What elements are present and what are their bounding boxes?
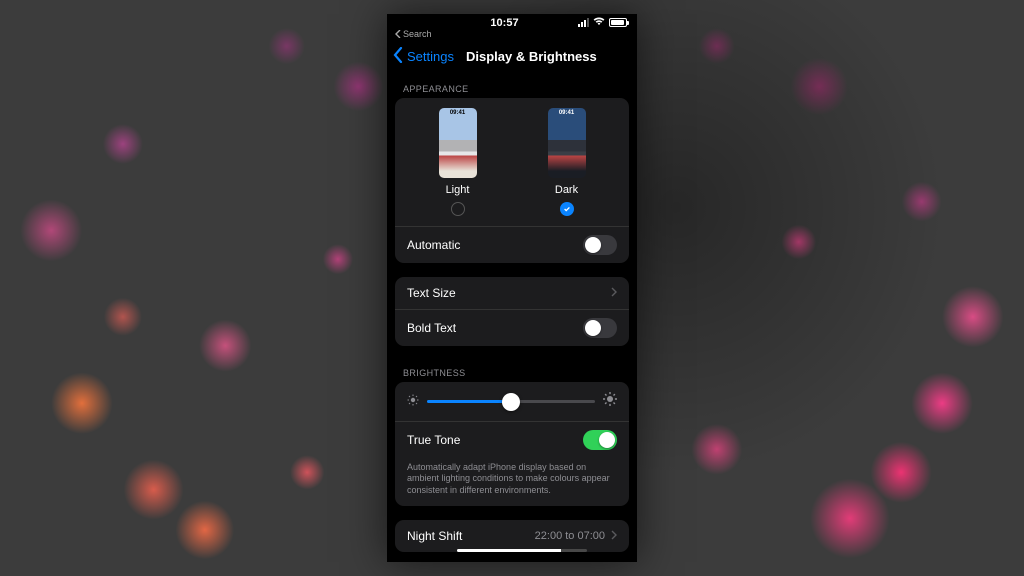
appearance-header: APPEARANCE bbox=[391, 76, 633, 98]
page-title: Display & Brightness bbox=[466, 49, 597, 64]
light-preview: 09:41 bbox=[439, 108, 477, 178]
night-shift-label: Night Shift bbox=[407, 529, 462, 543]
automatic-toggle[interactable] bbox=[583, 235, 617, 255]
appearance-group: 09:41 Light 09:41 Dark Automatic bbox=[395, 98, 629, 263]
back-button[interactable]: Settings bbox=[407, 49, 454, 64]
true-tone-help: Automatically adapt iPhone display based… bbox=[395, 458, 629, 506]
chevron-right-icon bbox=[611, 529, 617, 543]
breadcrumb-back[interactable]: Search bbox=[387, 29, 637, 41]
phone-screen: 10:57 Search Settings Display & Brightne… bbox=[387, 14, 637, 562]
battery-icon bbox=[609, 18, 627, 27]
brightness-header: BRIGHTNESS bbox=[391, 360, 633, 382]
dark-preview: 09:41 bbox=[548, 108, 586, 178]
back-chevron-icon[interactable] bbox=[393, 47, 403, 66]
status-bar: 10:57 bbox=[387, 14, 637, 29]
brightness-slider-row bbox=[395, 382, 629, 421]
night-shift-group: Night Shift 22:00 to 07:00 bbox=[395, 520, 629, 552]
bold-text-label: Bold Text bbox=[407, 321, 456, 335]
nav-bar: Settings Display & Brightness bbox=[387, 41, 637, 76]
night-shift-detail: 22:00 to 07:00 bbox=[535, 530, 605, 542]
dark-label: Dark bbox=[555, 184, 578, 196]
bold-text-toggle[interactable] bbox=[583, 318, 617, 338]
automatic-row: Automatic bbox=[395, 226, 629, 263]
cellular-icon bbox=[578, 18, 589, 27]
bold-text-row: Bold Text bbox=[395, 309, 629, 346]
sun-large-icon bbox=[603, 392, 617, 411]
true-tone-label: True Tone bbox=[407, 433, 460, 447]
dark-theme-option[interactable]: 09:41 Dark bbox=[548, 108, 586, 216]
light-theme-option[interactable]: 09:41 Light bbox=[439, 108, 477, 216]
light-label: Light bbox=[446, 184, 470, 196]
automatic-label: Automatic bbox=[407, 238, 460, 252]
true-tone-toggle[interactable] bbox=[583, 430, 617, 450]
wifi-icon bbox=[593, 16, 605, 29]
text-group: Text Size Bold Text bbox=[395, 277, 629, 346]
brightness-slider[interactable] bbox=[427, 400, 595, 403]
scroll-indicator[interactable] bbox=[457, 549, 587, 552]
true-tone-row: True Tone bbox=[395, 421, 629, 458]
chevron-right-icon bbox=[611, 286, 617, 300]
sun-small-icon bbox=[407, 393, 419, 411]
text-size-row[interactable]: Text Size bbox=[395, 277, 629, 309]
dark-radio[interactable] bbox=[560, 202, 574, 216]
light-radio[interactable] bbox=[451, 202, 465, 216]
brightness-group: True Tone Automatically adapt iPhone dis… bbox=[395, 382, 629, 506]
breadcrumb-label: Search bbox=[403, 29, 432, 39]
status-time: 10:57 bbox=[431, 17, 578, 29]
text-size-label: Text Size bbox=[407, 286, 456, 300]
night-shift-row[interactable]: Night Shift 22:00 to 07:00 bbox=[395, 520, 629, 552]
